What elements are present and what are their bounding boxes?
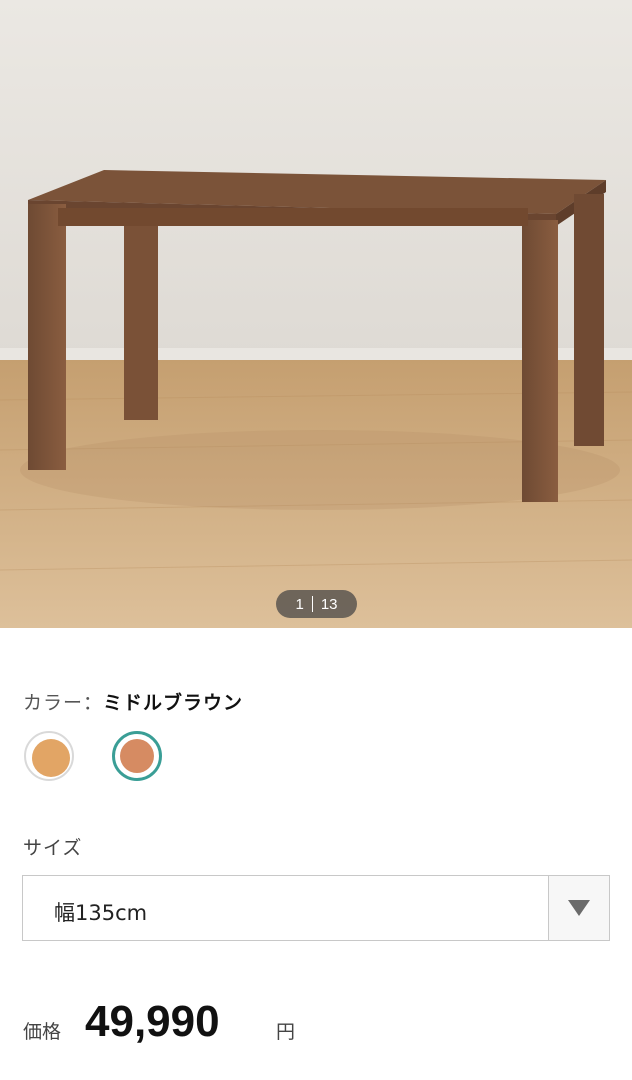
- color-swatch-orange[interactable]: [24, 731, 74, 781]
- product-image: [0, 0, 632, 628]
- size-select[interactable]: 幅135cm: [22, 875, 610, 941]
- color-label: カラー：: [23, 692, 104, 714]
- pager-current: 1: [295, 595, 304, 613]
- price-value: 49,990: [85, 997, 220, 1046]
- size-select-value: 幅135cm: [54, 901, 148, 925]
- size-label: サイズ: [23, 837, 83, 859]
- swatch-fill: [120, 739, 154, 773]
- color-swatch-middle-brown[interactable]: [112, 731, 162, 781]
- selected-color-name: ミドルブラウン: [103, 692, 244, 714]
- swatch-fill: [32, 739, 70, 777]
- pager-total: 13: [320, 595, 338, 613]
- price-label: 価格: [23, 1021, 62, 1043]
- dropdown-arrow-icon: [568, 900, 590, 916]
- pager-divider: [311, 596, 313, 612]
- price-unit: 円: [276, 1021, 296, 1043]
- size-select-toggle[interactable]: [548, 876, 609, 940]
- image-pager: 1 13: [276, 590, 357, 618]
- product-image-gallery[interactable]: 1 13: [0, 0, 632, 628]
- color-selection-label: カラー：ミドルブラウン: [23, 688, 243, 715]
